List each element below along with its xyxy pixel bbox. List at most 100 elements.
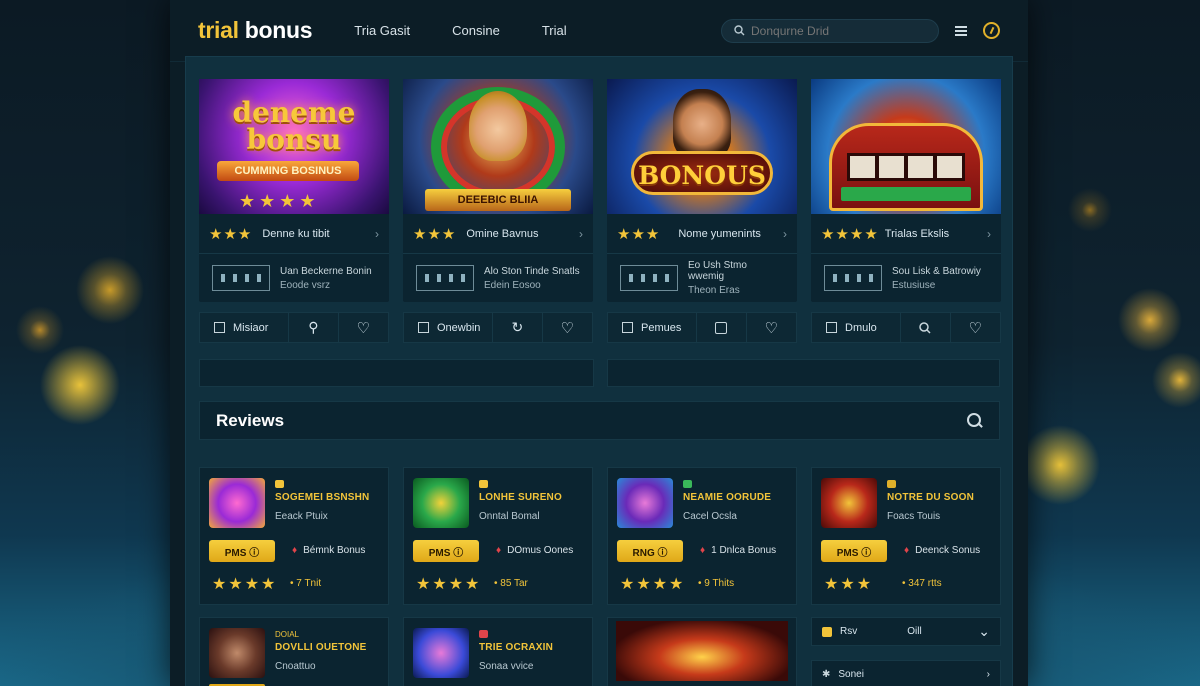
logo-part-2: bonus	[244, 17, 313, 43]
favorite-button[interactable]: ♡	[747, 313, 796, 342]
nav-item-2[interactable]: Consine	[452, 23, 500, 38]
placeholder-bar	[607, 359, 1000, 387]
sort-row[interactable]: ✱ Sonei ›	[811, 660, 1001, 686]
review-subtitle: Foacs Touis	[887, 511, 941, 522]
review-title: LONHE SURENO	[479, 492, 562, 503]
review-card[interactable]: TRIE OCRAXIN Sonaa vvice	[403, 617, 593, 686]
review-title: NOTRE DU SOON	[887, 492, 975, 503]
search-icon[interactable]	[967, 412, 983, 429]
gear-icon: ✱	[822, 669, 831, 680]
review-score: • 9 Thits	[698, 578, 735, 589]
nav-item-1[interactable]: Tria Gasit	[354, 23, 410, 38]
favorite-button[interactable]: ♡	[951, 313, 1000, 342]
featured-thumbnail[interactable]: deneme bonsu CUMMING BOSINUS ★★★★	[199, 79, 389, 214]
star-rating-icon: ★★★★	[821, 225, 879, 243]
coin-icon[interactable]	[983, 22, 1000, 39]
action-label: Pemues	[641, 321, 682, 334]
review-card[interactable]: SOGEMEI BSNSHN Eeack Ptuix PMS ⓘ Bémnk B…	[199, 467, 389, 605]
reviews-header: Reviews	[199, 401, 1000, 440]
info-line-2: Theon Eras	[688, 285, 740, 296]
top-header: trial bonus Tria Gasit Consine Trial	[170, 0, 1028, 62]
info-row: Eo Ush Stmo wwemig Theon Eras	[607, 255, 797, 301]
review-thumbnail	[617, 478, 673, 528]
action-button[interactable]: Pemues	[608, 313, 698, 342]
review-title: TRIE OCRAXIN	[479, 642, 554, 653]
tag-icon	[479, 630, 488, 638]
info-line-1: Sou Lisk & Batrowiy	[892, 265, 981, 277]
slot-reel-icon	[824, 265, 882, 291]
avatar	[673, 89, 731, 159]
review-tag: DOIAL	[275, 630, 300, 639]
chevron-right-icon: ›	[375, 226, 379, 241]
hamburger-menu-icon[interactable]	[955, 25, 967, 36]
thumb-banner: DEEEBIC BLIIA	[425, 189, 571, 211]
heart-icon: ♡	[764, 319, 779, 337]
app-window: trial bonus Tria Gasit Consine Trial den…	[170, 0, 1028, 686]
featured-thumbnail[interactable]: BONOUS	[607, 79, 797, 214]
play-button[interactable]: PMS ⓘ	[821, 540, 887, 562]
rotate-button[interactable]: ↻	[493, 313, 543, 342]
search-button[interactable]	[901, 313, 951, 342]
review-subtitle: Cnoattuo	[275, 661, 316, 672]
search-input[interactable]	[751, 23, 911, 38]
review-card[interactable]: LONHE SURENO Onntal Bomal PMS ⓘ DOmus Oo…	[403, 467, 593, 605]
play-button[interactable]: PMS ⓘ	[413, 540, 479, 562]
thumb-banner: CUMMING BOSINUS	[217, 161, 359, 181]
heart-icon: ♡	[968, 319, 983, 337]
rating-row[interactable]: ★★★ Omine Bavnus ›	[403, 214, 593, 254]
featured-thumbnail[interactable]	[811, 79, 1001, 214]
rotate-icon: ↻	[511, 319, 524, 335]
featured-thumbnail[interactable]: DEEEBIC BLIIA	[403, 79, 593, 214]
chevron-right-icon: ›	[987, 226, 991, 241]
star-rating-icon: ★★★	[617, 225, 661, 243]
play-button[interactable]: PMS ⓘ	[209, 540, 275, 562]
pin-button[interactable]: ⚲	[289, 313, 339, 342]
chevron-right-icon[interactable]: ›	[987, 669, 990, 680]
filter-row[interactable]: Rsv Oill ⌄	[811, 617, 1001, 646]
review-subtitle: Eeack Ptuix	[275, 511, 328, 522]
favorite-button[interactable]: ♡	[339, 313, 388, 342]
review-card[interactable]	[607, 617, 797, 686]
nav-item-3[interactable]: Trial	[542, 23, 567, 38]
review-score: • 347 rtts	[902, 578, 942, 589]
image-icon	[826, 322, 837, 333]
info-row: Alo Ston Tinde Snatls Edein Eosoo	[403, 255, 593, 301]
rating-row[interactable]: ★★★★ Trialas Ekslis ›	[811, 214, 1001, 254]
chevron-down-icon[interactable]: ⌄	[978, 623, 990, 640]
review-score: • 7 Tnit	[290, 578, 322, 589]
pin-icon: ⚲	[308, 319, 319, 335]
heart-icon: ♡	[560, 319, 575, 337]
action-button[interactable]: Onewbin	[404, 313, 494, 342]
rating-row[interactable]: ★★★ Nome yumenints ›	[607, 214, 797, 254]
info-line-2: Estusiuse	[892, 279, 936, 291]
info-row: Uan Beckerne Bonin Eoode vsrz	[199, 255, 389, 301]
action-button[interactable]: Dmulo	[812, 313, 902, 342]
review-card[interactable]: DOIAL DOVLLI OUETONE Cnoattuo	[199, 617, 389, 686]
review-subtitle: Cacel Ocsla	[683, 511, 737, 522]
favorite-button[interactable]: ♡	[543, 313, 592, 342]
main-nav: Tria Gasit Consine Trial	[354, 23, 566, 38]
info-line-2: Eoode vsrz	[280, 279, 331, 291]
thumb-stars-icon: ★★★★	[239, 191, 320, 211]
filter-label: Rsv	[840, 626, 858, 637]
avatar	[469, 91, 527, 161]
info-row: Sou Lisk & Batrowiy Estusiuse	[811, 255, 1001, 301]
square-button[interactable]	[697, 313, 747, 342]
review-card[interactable]: NEAMIE OORUDE Cacel Ocsla RNG ⓘ 1 Dnlca …	[607, 467, 797, 605]
bonus-label: Bémnk Bonus	[292, 545, 365, 556]
site-logo[interactable]: trial bonus	[198, 17, 313, 44]
reviews-title: Reviews	[216, 410, 285, 430]
rating-label: Nome yumenints	[678, 227, 761, 240]
info-line-2: Edein Eosoo	[484, 279, 541, 291]
reel-base	[841, 187, 971, 201]
review-thumbnail	[413, 478, 469, 528]
rating-row[interactable]: ★★★ Denne ku tibit ›	[199, 214, 389, 254]
play-button[interactable]: RNG ⓘ	[617, 540, 683, 562]
sort-label: Sonei	[838, 669, 864, 680]
slot-reel-icon	[620, 265, 678, 291]
action-button[interactable]: Misiaor	[200, 313, 290, 342]
search-box[interactable]	[721, 18, 939, 43]
review-thumbnail	[413, 628, 469, 678]
review-card[interactable]: NOTRE DU SOON Foacs Touis PMS ⓘ Deenck S…	[811, 467, 1001, 605]
image-icon	[214, 322, 225, 333]
